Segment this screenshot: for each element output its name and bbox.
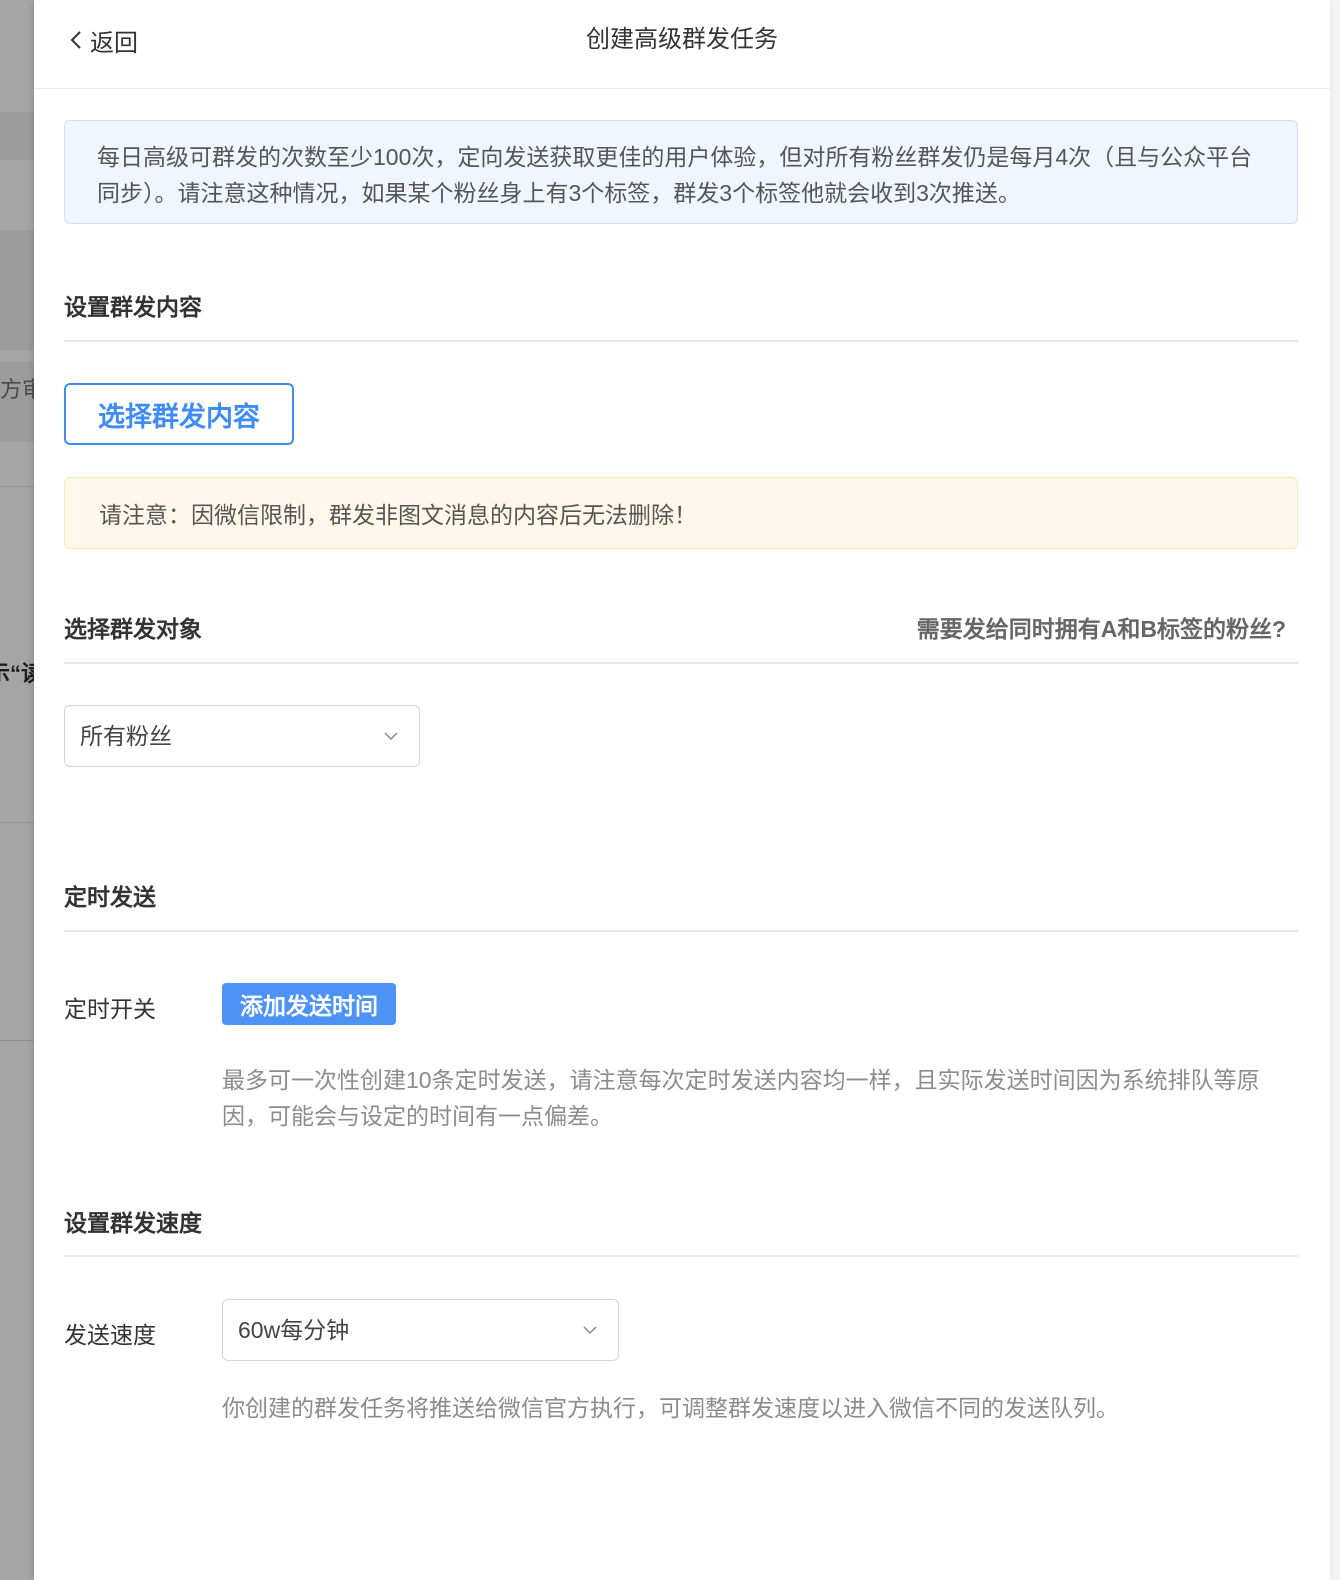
- target-section-title: 选择群发对象: [64, 616, 202, 642]
- speed-help-text: 你创建的群发任务将推送给微信官方执行，可调整群发速度以进入微信不同的发送队列。: [222, 1395, 1119, 1421]
- section-divider: [64, 662, 1298, 664]
- bg-divider: [0, 1040, 36, 1041]
- tag-intersection-help-link[interactable]: 需要发给同时拥有A和B标签的粉丝?: [917, 610, 1286, 644]
- section-divider: [64, 340, 1298, 342]
- page-title: 创建高级群发任务: [586, 26, 778, 53]
- background-page-right: [1330, 0, 1340, 1580]
- speed-label: 发送速度: [64, 1322, 156, 1348]
- chevron-down-icon: [384, 732, 398, 741]
- bg-strip: [0, 230, 36, 350]
- bg-divider: [0, 486, 36, 487]
- add-send-time-button[interactable]: 添加发送时间: [222, 983, 396, 1025]
- schedule-switch-label: 定时开关: [64, 996, 156, 1022]
- schedule-section-title: 定时发送: [64, 884, 156, 910]
- bg-divider: [0, 822, 36, 823]
- chevron-down-icon: [583, 1326, 597, 1335]
- speed-select-value: 60w每分钟: [238, 1317, 350, 1343]
- info-notice: 每日高级可群发的次数至少100次，定向发送获取更佳的用户体验，但对所有粉丝群发仍…: [64, 120, 1298, 224]
- section-divider: [64, 1255, 1298, 1257]
- select-content-button[interactable]: 选择群发内容: [64, 383, 294, 445]
- target-select-value: 所有粉丝: [80, 723, 172, 749]
- bg-strip: [0, 112, 36, 160]
- speed-select[interactable]: 60w每分钟: [222, 1299, 619, 1361]
- target-select[interactable]: 所有粉丝: [64, 705, 420, 767]
- drawer-header: 返回 创建高级群发任务: [34, 0, 1330, 89]
- speed-section-title: 设置群发速度: [64, 1210, 202, 1236]
- create-broadcast-drawer: 返回 创建高级群发任务 每日高级可群发的次数至少100次，定向发送获取更佳的用户…: [34, 0, 1330, 1580]
- warning-notice: 请注意：因微信限制，群发非图文消息的内容后无法删除！: [64, 477, 1298, 549]
- bg-text-fragment: 示“读: [0, 661, 34, 686]
- bg-text-fragment: 方审: [0, 377, 34, 402]
- content-section-title: 设置群发内容: [64, 294, 202, 320]
- section-divider: [64, 930, 1298, 932]
- schedule-help-text: 最多可一次性创建10条定时发送，请注意每次定时发送内容均一样，且实际发送时间因为…: [222, 1067, 1260, 1129]
